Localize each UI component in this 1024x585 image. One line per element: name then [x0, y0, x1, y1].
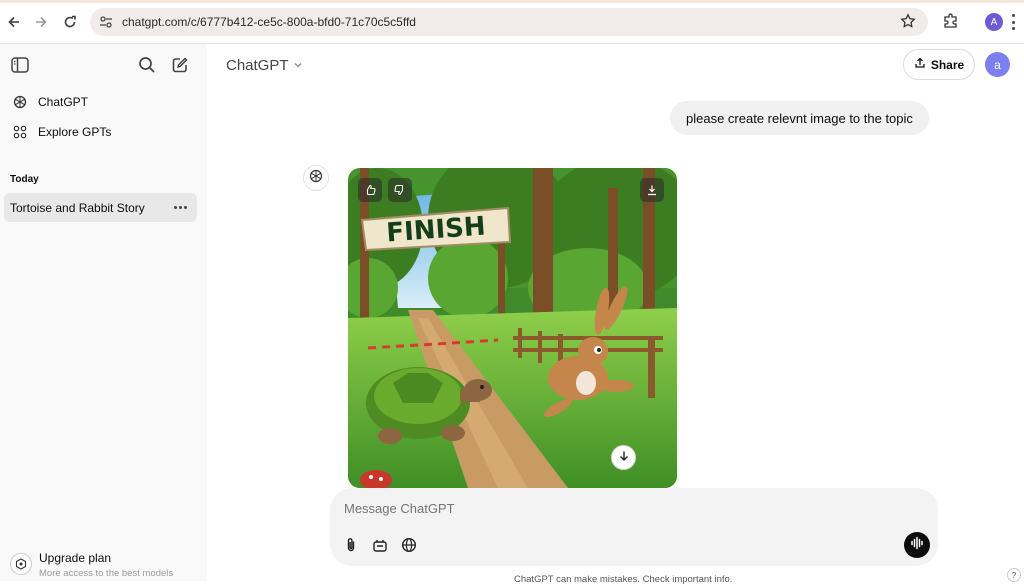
address-bar[interactable]: chatgpt.com/c/6777b412-ce5c-800a-bfd0-71…	[90, 8, 928, 36]
chat-options-icon[interactable]	[174, 206, 187, 209]
share-label: Share	[930, 57, 965, 72]
extensions-icon[interactable]	[942, 12, 960, 30]
upgrade-icon	[10, 553, 32, 575]
new-chat-icon[interactable]	[169, 54, 191, 76]
help-button[interactable]: ?	[1007, 568, 1021, 582]
user-avatar[interactable]: a	[985, 52, 1010, 77]
attach-icon[interactable]	[341, 535, 361, 555]
url-text[interactable]: chatgpt.com/c/6777b412-ce5c-800a-bfd0-71…	[122, 15, 416, 29]
tortoise-rabbit-illustration: FINISH	[348, 168, 677, 488]
share-icon	[914, 57, 926, 72]
tools-icon[interactable]	[370, 535, 390, 555]
site-settings-icon[interactable]	[99, 15, 113, 29]
forward-icon[interactable]	[31, 12, 51, 32]
download-icon[interactable]	[640, 178, 664, 202]
message-input[interactable]	[344, 501, 844, 516]
arrow-down-icon	[618, 449, 630, 467]
message-composer	[330, 488, 938, 566]
voice-mode-button[interactable]	[904, 532, 930, 558]
sidebar: ChatGPT Explore GPTs Today Tortoise and …	[0, 44, 207, 581]
upgrade-subtitle: More access to the best models	[39, 568, 174, 579]
model-title: ChatGPT	[226, 57, 289, 74]
bookmark-star-icon[interactable]	[900, 13, 918, 31]
assistant-avatar	[303, 165, 329, 191]
main-panel: ChatGPT Share a please create relevnt im…	[207, 44, 1024, 585]
thumbs-up-icon[interactable]	[358, 178, 382, 202]
grid-icon	[12, 124, 28, 140]
sidebar-item-chatgpt[interactable]: ChatGPT	[4, 88, 198, 116]
voice-waveform-icon	[910, 536, 924, 555]
upgrade-plan-button[interactable]: Upgrade plan More access to the best mod…	[8, 548, 198, 580]
browser-menu-icon[interactable]	[1012, 14, 1016, 30]
back-icon[interactable]	[4, 12, 24, 32]
scroll-to-bottom-button[interactable]	[611, 445, 636, 470]
reload-icon[interactable]	[60, 12, 80, 32]
model-selector[interactable]: ChatGPT	[226, 57, 303, 74]
chat-title: Tortoise and Rabbit Story	[10, 200, 145, 215]
sidebar-item-label: Explore GPTs	[38, 125, 112, 139]
browser-toolbar: chatgpt.com/c/6777b412-ce5c-800a-bfd0-71…	[0, 0, 1024, 44]
sidebar-item-explore-gpts[interactable]: Explore GPTs	[4, 118, 198, 146]
chat-history-item[interactable]: Tortoise and Rabbit Story	[4, 193, 197, 222]
search-icon[interactable]	[136, 54, 158, 76]
openai-logo-icon	[12, 94, 28, 110]
thumbs-down-icon[interactable]	[388, 178, 412, 202]
upgrade-title: Upgrade plan	[39, 551, 112, 565]
generated-image[interactable]: FINISH	[348, 168, 677, 488]
section-heading-today: Today	[10, 174, 39, 185]
browser-profile-avatar[interactable]: A	[985, 13, 1003, 31]
share-button[interactable]: Share	[903, 49, 975, 80]
web-search-globe-icon[interactable]	[399, 535, 419, 555]
user-message: please create relevnt image to the topic	[670, 101, 929, 135]
openai-logo-icon	[309, 169, 323, 188]
tab-strip-edge	[0, 0, 1024, 3]
chevron-down-icon	[293, 57, 303, 74]
disclaimer-text: ChatGPT can make mistakes. Check importa…	[514, 574, 733, 585]
sidebar-item-label: ChatGPT	[38, 95, 89, 109]
toggle-sidebar-icon[interactable]	[9, 54, 31, 76]
